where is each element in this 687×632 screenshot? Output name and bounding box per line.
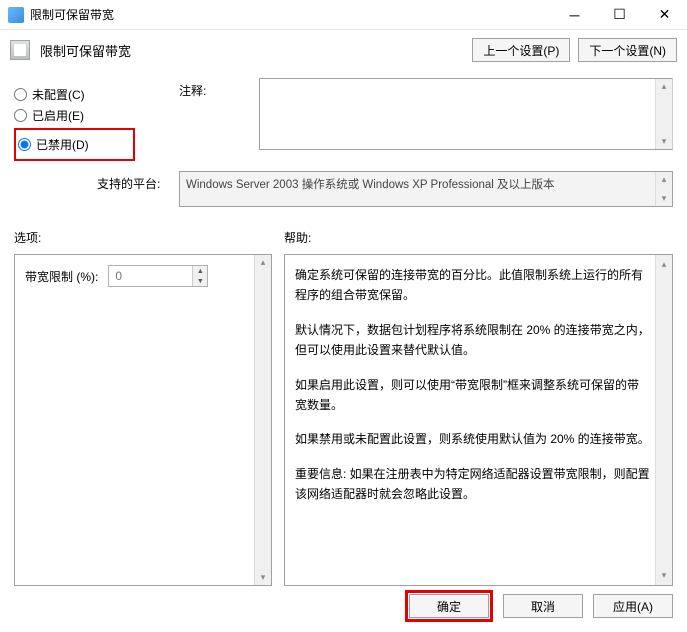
next-setting-button[interactable]: 下一个设置(N)	[578, 38, 677, 62]
close-button[interactable]: ✕	[642, 0, 687, 30]
radio-disabled-label: 已禁用(D)	[36, 136, 89, 153]
radio-enabled[interactable]: 已启用(E)	[14, 107, 179, 124]
bandwidth-limit-value: 0	[115, 269, 122, 283]
scroll-down-icon[interactable]: ▾	[656, 191, 672, 206]
help-p3: 如果启用此设置，则可以使用“带宽限制”框来调整系统可保留的带宽数量。	[295, 375, 650, 416]
comment-textarea[interactable]: ▴ ▾	[259, 78, 673, 150]
options-panel: 带宽限制 (%): 0 ▲ ▼ ▴ ▾	[14, 254, 272, 586]
help-p4: 如果禁用或未配置此设置，则系统使用默认值为 20% 的连接带宽。	[295, 429, 650, 449]
platform-label: 支持的平台:	[97, 171, 179, 192]
scroll-down-icon[interactable]: ▾	[255, 570, 271, 585]
policy-icon	[10, 40, 30, 60]
platform-text: Windows Server 2003 操作系统或 Windows XP Pro…	[186, 179, 555, 191]
radio-not-configured-label: 未配置(C)	[32, 86, 85, 103]
help-p5: 重要信息: 如果在注册表中为特定网络适配器设置带宽限制，则配置该网络适配器时就会…	[295, 464, 650, 505]
ok-button[interactable]: 确定	[409, 594, 489, 618]
prev-setting-button[interactable]: 上一个设置(P)	[472, 38, 570, 62]
page-title: 限制可保留带宽	[40, 41, 472, 60]
minimize-button[interactable]: ─	[552, 0, 597, 30]
platform-scrollbar[interactable]: ▴ ▾	[655, 172, 672, 206]
help-panel: 确定系统可保留的连接带宽的百分比。此值限制系统上运行的所有程序的组合带宽保留。 …	[284, 254, 673, 586]
radio-disabled[interactable]: 已禁用(D)	[18, 136, 89, 153]
radio-not-configured[interactable]: 未配置(C)	[14, 86, 179, 103]
platform-box: Windows Server 2003 操作系统或 Windows XP Pro…	[179, 171, 673, 207]
cancel-button[interactable]: 取消	[503, 594, 583, 618]
help-scrollbar[interactable]: ▴ ▾	[655, 255, 672, 585]
options-label: 选项:	[14, 229, 284, 246]
bandwidth-limit-spinner[interactable]: 0 ▲ ▼	[108, 265, 208, 287]
scroll-up-icon[interactable]: ▴	[255, 255, 271, 270]
comment-scrollbar[interactable]: ▴ ▾	[655, 79, 672, 149]
radio-enabled-input[interactable]	[14, 109, 27, 122]
scroll-down-icon[interactable]: ▾	[656, 134, 672, 149]
scroll-up-icon[interactable]: ▴	[656, 255, 672, 274]
options-scrollbar[interactable]: ▴ ▾	[254, 255, 271, 585]
maximize-button[interactable]: ☐	[597, 0, 642, 30]
radio-disabled-input[interactable]	[18, 138, 31, 151]
bandwidth-limit-label: 带宽限制 (%):	[25, 268, 98, 285]
scroll-up-icon[interactable]: ▴	[656, 79, 672, 94]
help-p2: 默认情况下，数据包计划程序将系统限制在 20% 的连接带宽之内，但可以使用此设置…	[295, 320, 650, 361]
radio-not-configured-input[interactable]	[14, 88, 27, 101]
app-icon	[8, 7, 24, 23]
apply-button[interactable]: 应用(A)	[593, 594, 673, 618]
radio-enabled-label: 已启用(E)	[32, 107, 84, 124]
spinner-up-icon[interactable]: ▲	[193, 266, 207, 276]
help-label: 帮助:	[284, 229, 311, 246]
scroll-down-icon[interactable]: ▾	[656, 566, 672, 585]
comment-label: 注释:	[179, 78, 259, 99]
spinner-down-icon[interactable]: ▼	[193, 276, 207, 286]
window-title: 限制可保留带宽	[30, 6, 552, 23]
scroll-up-icon[interactable]: ▴	[656, 172, 672, 187]
help-p1: 确定系统可保留的连接带宽的百分比。此值限制系统上运行的所有程序的组合带宽保留。	[295, 265, 650, 306]
